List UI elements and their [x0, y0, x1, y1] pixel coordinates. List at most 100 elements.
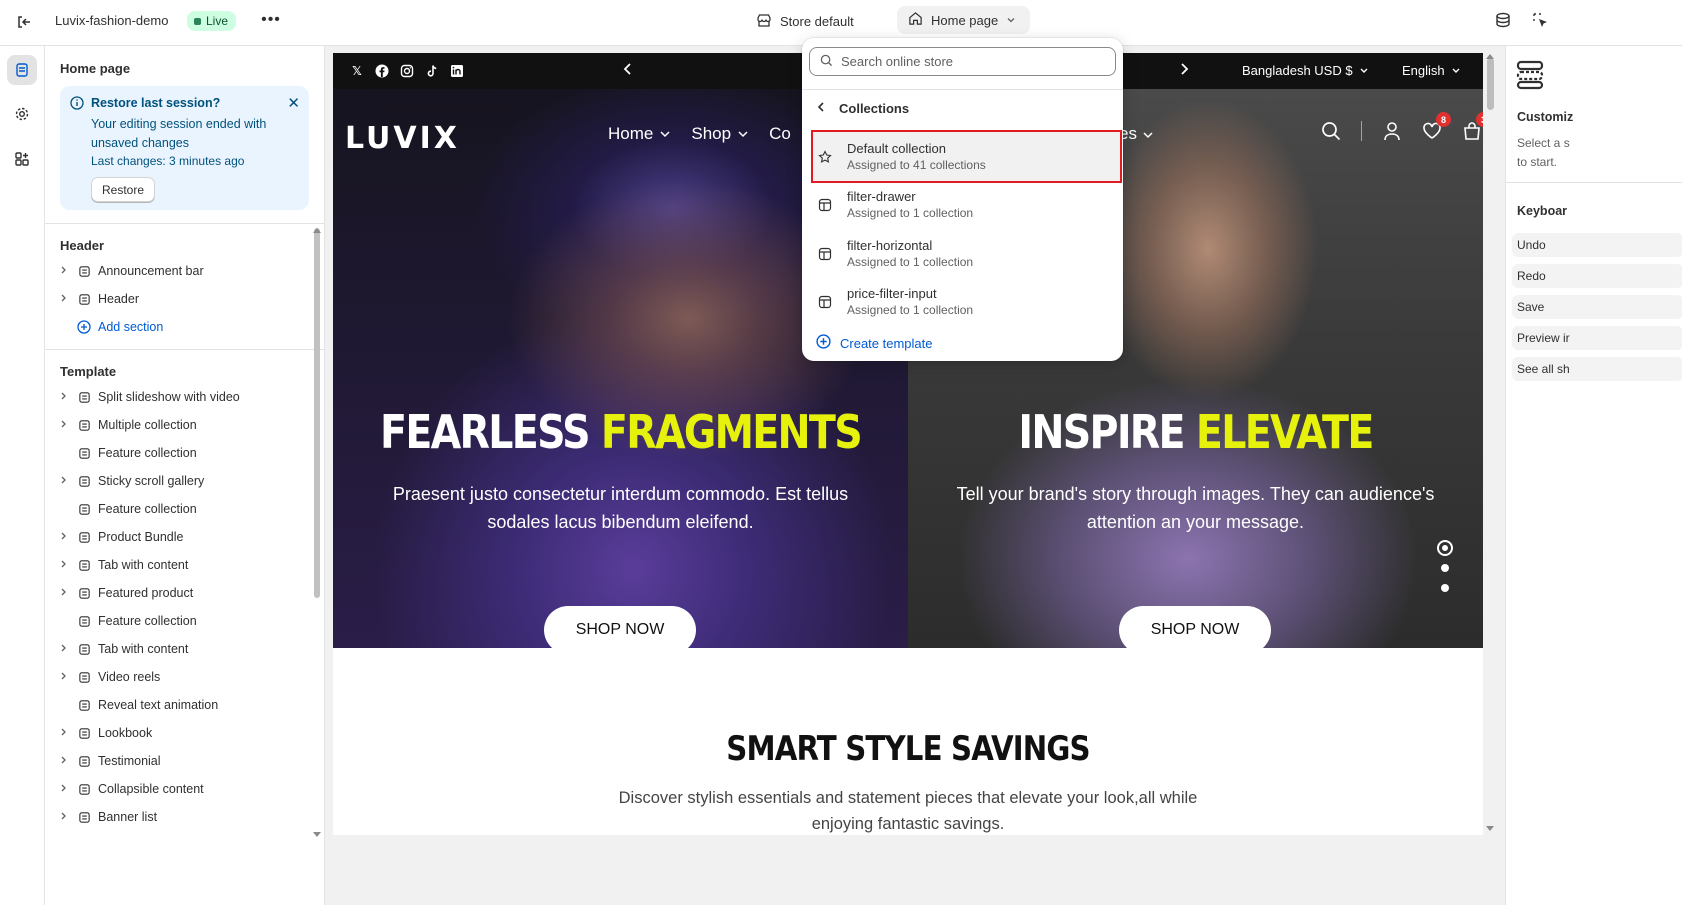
nav-item-home[interactable]: Home: [608, 124, 671, 144]
announcement-next-arrow[interactable]: [1179, 62, 1189, 81]
slide-title-highlight: ELEVATE: [1195, 405, 1374, 459]
tiktok-icon[interactable]: [424, 63, 440, 79]
page-selector[interactable]: Home page: [897, 6, 1030, 34]
status-dot: [194, 17, 201, 25]
exit-icon[interactable]: [12, 10, 36, 34]
sidebar-section-item[interactable]: Lookbook: [60, 722, 305, 744]
template-option[interactable]: Default collection Assigned to 41 collect…: [811, 130, 1122, 183]
sidebar-section-item[interactable]: Tab with content: [60, 638, 305, 660]
slide-dot[interactable]: [1441, 564, 1449, 572]
sidebar-section-item[interactable]: Announcement bar: [60, 260, 305, 282]
sidebar-section-item[interactable]: Split slideshow with video: [60, 386, 305, 408]
chevron-right-icon[interactable]: [60, 531, 75, 544]
section-icon: [77, 264, 91, 278]
language-selector[interactable]: English: [1402, 63, 1461, 78]
chevron-down-icon: [738, 131, 748, 138]
slide-dot-active[interactable]: [1437, 540, 1453, 556]
slide-dot[interactable]: [1441, 584, 1449, 592]
store-name: Luvix-fashion-demo: [55, 13, 169, 28]
chevron-right-icon[interactable]: [60, 391, 75, 404]
add-section-button[interactable]: Add section: [60, 316, 305, 338]
sidebar-section-item[interactable]: Feature collection: [60, 610, 305, 632]
template-option[interactable]: filter-drawer Assigned to 1 collection: [813, 181, 1120, 230]
store-logo[interactable]: LUVIX: [345, 121, 460, 156]
sections-sidebar: Home page Restore last session? ✕ Your e…: [45, 46, 325, 905]
x-icon[interactable]: 𝕏: [349, 63, 365, 79]
chevron-right-icon[interactable]: [60, 293, 75, 306]
currency-selector[interactable]: Bangladesh USD $: [1242, 63, 1369, 78]
sidebar-section-item[interactable]: Header: [60, 288, 305, 310]
search-field[interactable]: [809, 47, 1116, 76]
wishlist-icon[interactable]: 8: [1422, 112, 1451, 141]
chevron-right-icon[interactable]: [60, 671, 75, 684]
cart-icon[interactable]: 3: [1462, 112, 1483, 141]
chevron-right-icon[interactable]: [60, 811, 75, 824]
divider: [45, 349, 324, 350]
scroll-down-arrow[interactable]: [313, 832, 321, 837]
chevron-right-icon[interactable]: [60, 419, 75, 432]
template-option[interactable]: price-filter-input Assigned to 1 collecti…: [813, 278, 1120, 327]
scroll-up-arrow[interactable]: [313, 228, 321, 233]
header-group-title: Header: [60, 238, 105, 253]
collections-back-button[interactable]: Collections: [817, 101, 909, 116]
announcement-prev-arrow[interactable]: [623, 62, 633, 81]
sidebar-scrollbar[interactable]: [314, 228, 320, 598]
linkedin-icon[interactable]: [449, 63, 465, 79]
chevron-down-icon: [1143, 132, 1153, 139]
sidebar-item-label: Product Bundle: [98, 530, 184, 544]
sidebar-section-item[interactable]: Feature collection: [60, 498, 305, 520]
sidebar-section-item[interactable]: Reveal text animation: [60, 694, 305, 716]
template-option-name: filter-horizontal: [847, 237, 933, 253]
shop-now-button[interactable]: SHOP NOW: [1119, 606, 1271, 654]
sidebar-section-item[interactable]: Product Bundle: [60, 526, 305, 548]
chevron-right-icon[interactable]: [60, 755, 75, 768]
template-option-assigned: Assigned to 1 collection: [847, 303, 974, 318]
scroll-down-arrow[interactable]: [1486, 826, 1494, 831]
sidebar-section-item[interactable]: Tab with content: [60, 554, 305, 576]
add-section-label: Add section: [98, 320, 164, 334]
shortcut-row: Preview ir: [1512, 326, 1682, 350]
chevron-right-icon[interactable]: [60, 587, 75, 600]
more-actions-button[interactable]: •••: [259, 8, 283, 32]
sidebar-section-item[interactable]: Feature collection: [60, 442, 305, 464]
sidebar-section-item[interactable]: Video reels: [60, 666, 305, 688]
gear-icon[interactable]: [7, 99, 37, 129]
sidebar-section-item[interactable]: Featured product: [60, 582, 305, 604]
scroll-up-arrow[interactable]: [1486, 54, 1494, 59]
divider: [1506, 182, 1682, 183]
slide-title: FEARLESS FRAGMENTS: [373, 405, 868, 459]
apps-icon[interactable]: [7, 144, 37, 174]
store-icon: [756, 12, 772, 31]
template-option[interactable]: filter-horizontal Assigned to 1 collectio…: [813, 229, 1120, 278]
sidebar-section-item[interactable]: Sticky scroll gallery: [60, 470, 305, 492]
chevron-right-icon[interactable]: [60, 559, 75, 572]
chevron-right-icon[interactable]: [60, 475, 75, 488]
instagram-icon[interactable]: [399, 63, 415, 79]
restore-button[interactable]: Restore: [91, 177, 156, 202]
chevron-right-icon[interactable]: [60, 265, 75, 278]
shop-now-button[interactable]: SHOP NOW: [544, 606, 696, 654]
slide-text: Tell your brand's story through images. …: [956, 484, 1435, 532]
preview-scrollbar[interactable]: [1487, 58, 1494, 110]
sidebar-section-item[interactable]: Collapsible content: [60, 778, 305, 800]
close-icon[interactable]: ✕: [287, 94, 300, 112]
facebook-icon[interactable]: [374, 63, 390, 79]
search-input[interactable]: [841, 54, 1101, 69]
chevron-right-icon[interactable]: [60, 643, 75, 656]
search-icon[interactable]: [1321, 121, 1341, 141]
nav-item-partial-right[interactable]: es: [1119, 124, 1154, 144]
inspector-icon[interactable]: [1531, 11, 1549, 29]
nav-item-shop[interactable]: Shop: [691, 124, 749, 144]
account-icon[interactable]: [1382, 121, 1402, 141]
database-icon[interactable]: [1494, 11, 1512, 29]
chevron-right-icon[interactable]: [60, 727, 75, 740]
create-template-button[interactable]: Create template: [816, 334, 933, 352]
sidebar-section-item[interactable]: Multiple collection: [60, 414, 305, 436]
chevron-right-icon[interactable]: [60, 783, 75, 796]
store-selector[interactable]: Store default: [756, 10, 854, 32]
sidebar-section-item[interactable]: Testimonial: [60, 750, 305, 772]
sidebar-item-label: Announcement bar: [98, 264, 204, 278]
sidebar-section-item[interactable]: Banner list: [60, 806, 305, 828]
sections-icon[interactable]: [7, 55, 37, 85]
nav-item-partial[interactable]: Co: [769, 124, 791, 144]
